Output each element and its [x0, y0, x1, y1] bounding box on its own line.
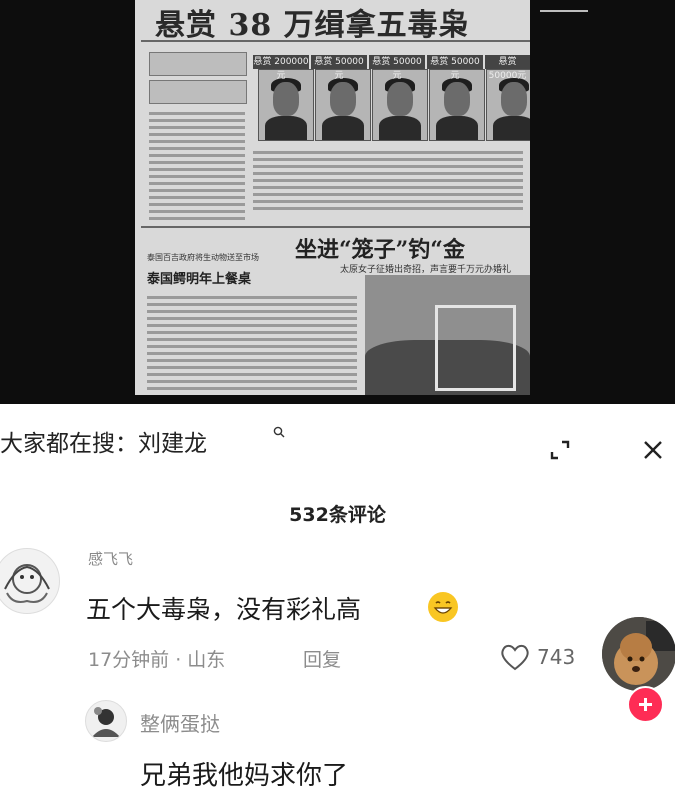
newspaper-subcaption: 太原女子征婚出奇招，声言要千万元办婚礼	[340, 265, 512, 275]
newspaper-image: 悬赏 38 万缉拿五毒枭 悬赏 200000元 悬赏 50000元 悬赏 500…	[135, 0, 530, 395]
follow-button[interactable]	[627, 686, 664, 723]
author-avatar[interactable]	[602, 617, 675, 691]
comment-count: 532条评论	[289, 504, 386, 526]
newspaper-subheadline: 坐进“笼子”钓“金	[295, 237, 465, 263]
like-count: 743	[537, 645, 576, 669]
search-icon[interactable]	[273, 426, 285, 438]
newspaper-story-title: 泰国鳄明年上餐桌	[147, 272, 252, 287]
video-player[interactable]: 悬赏 38 万缉拿五毒枭 悬赏 200000元 悬赏 50000元 悬赏 500…	[0, 0, 675, 404]
reward-label: 悬赏 50000元	[311, 55, 367, 81]
divider	[141, 40, 530, 42]
newspaper-photo	[365, 275, 530, 395]
search-prefix: 大家都在搜：	[0, 431, 138, 457]
close-icon[interactable]	[640, 437, 666, 463]
search-suggestion[interactable]: 大家都在搜：刘建龙	[0, 424, 207, 458]
video-menu-handle[interactable]	[540, 10, 588, 18]
divider	[141, 226, 530, 228]
reply-avatar[interactable]	[85, 700, 127, 742]
expand-icon[interactable]	[548, 438, 572, 462]
reply-text: 兄弟我他妈求你了	[140, 761, 349, 791]
wanted-photo	[258, 69, 314, 141]
search-suggestion-bar[interactable]: 大家都在搜：刘建龙	[0, 420, 675, 460]
grin-icon	[428, 592, 458, 622]
reply-username[interactable]: 整俩蛋挞	[140, 708, 220, 737]
wanted-photos: 悬赏 200000元 悬赏 50000元 悬赏 50000元 悬赏 50000元…	[253, 55, 530, 225]
comment-text: 五个大毒枭，没有彩礼高	[86, 595, 362, 624]
newspaper-left-column	[143, 48, 253, 223]
avatar[interactable]	[0, 548, 60, 614]
search-query[interactable]: 刘建龙	[138, 431, 207, 457]
newspaper-story-kicker: 泰国百吉政府将生动物送至市场	[147, 253, 259, 262]
reward-label: 悬赏 50000元	[369, 55, 425, 81]
reply-button[interactable]: 回复	[303, 645, 341, 672]
reward-label: 悬赏 50000元	[427, 55, 483, 81]
reward-label: 悬赏 50000元	[485, 55, 530, 81]
heart-icon[interactable]	[499, 642, 531, 672]
newspaper-headline: 悬赏 38 万缉拿五毒枭	[155, 8, 470, 43]
comment-username[interactable]: 感飞飞	[88, 548, 133, 566]
reward-label: 悬赏 200000元	[253, 55, 309, 81]
comment-meta: 17分钟前 · 山东	[88, 649, 226, 671]
